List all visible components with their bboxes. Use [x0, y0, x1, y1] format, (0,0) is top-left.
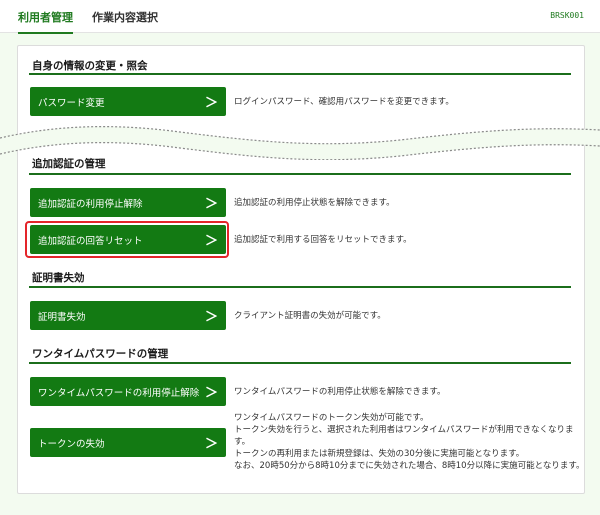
token-revoke-button[interactable]: トークンの失効 ＞ [30, 428, 226, 457]
breadcrumb-task-select: 作業内容選択 [92, 11, 158, 24]
top-bar: 利用者管理 作業内容選択 BRSK001 [0, 0, 600, 34]
additional-auth-unlock-desc: 追加認証の利用停止状態を解除できます。 [234, 198, 395, 208]
button-label: ワンタイムパスワードの利用停止解除 [38, 388, 200, 399]
token-revoke-desc-line-3: す。 [234, 437, 251, 447]
cert-revoke-button[interactable]: 証明書失効 ＞ [30, 301, 226, 330]
token-revoke-desc-line-1: ワンタイムパスワードのトークン失効が可能です。 [234, 413, 429, 423]
chevron-right-icon: ＞ [204, 386, 218, 401]
password-change-desc: ログインパスワード、確認用パスワードを変更できます。 [234, 97, 454, 107]
chevron-right-icon: ＞ [204, 437, 218, 452]
additional-auth-reset-desc: 追加認証で利用する回答をリセットできます。 [234, 235, 412, 245]
section-title-otp: ワンタイムパスワードの管理 [32, 348, 169, 360]
password-change-button[interactable]: パスワード変更 ＞ [30, 87, 226, 116]
section-divider [29, 73, 571, 75]
button-label: 証明書失効 [38, 312, 86, 323]
button-label: パスワード変更 [38, 98, 105, 109]
additional-auth-reset-button[interactable]: 追加認証の回答リセット ＞ [30, 225, 226, 254]
button-label: 追加認証の利用停止解除 [38, 199, 143, 210]
section-divider [29, 362, 571, 364]
chevron-right-icon: ＞ [204, 234, 218, 249]
task-menu-card: 自身の情報の変更・照会 パスワード変更 ＞ ログインパスワード、確認用パスワード… [17, 45, 585, 494]
otp-unlock-button[interactable]: ワンタイムパスワードの利用停止解除 ＞ [30, 377, 226, 406]
section-title-cert: 証明書失効 [32, 272, 85, 284]
token-revoke-desc-line-2: トークン失効を行うと、選択された利用者はワンタイムパスワードが利用できなくなりま [234, 425, 574, 435]
token-revoke-desc-line-4: トークンの再利用または新規登録は、失効の30分後に実施可能となります。 [234, 449, 525, 459]
omission-wave-break [0, 125, 600, 160]
otp-unlock-desc: ワンタイムパスワードの利用停止状態を解除できます。 [234, 387, 446, 397]
section-divider [29, 173, 571, 175]
tab-user-management[interactable]: 利用者管理 [18, 9, 73, 34]
chevron-right-icon: ＞ [204, 310, 218, 325]
token-revoke-desc-line-5: なお、20時50分から8時10分までに失効された場合、8時10分以降に実施可能と… [234, 461, 585, 471]
section-divider [29, 286, 571, 288]
chevron-right-icon: ＞ [204, 96, 218, 111]
button-label: 追加認証の回答リセット [38, 236, 143, 247]
section-title-own-info: 自身の情報の変更・照会 [32, 60, 148, 72]
button-label: トークンの失効 [38, 439, 105, 450]
chevron-right-icon: ＞ [204, 197, 218, 212]
screen-code: BRSK001 [550, 11, 584, 20]
additional-auth-unlock-button[interactable]: 追加認証の利用停止解除 ＞ [30, 188, 226, 217]
cert-revoke-desc: クライアント証明書の失効が可能です。 [234, 311, 386, 321]
